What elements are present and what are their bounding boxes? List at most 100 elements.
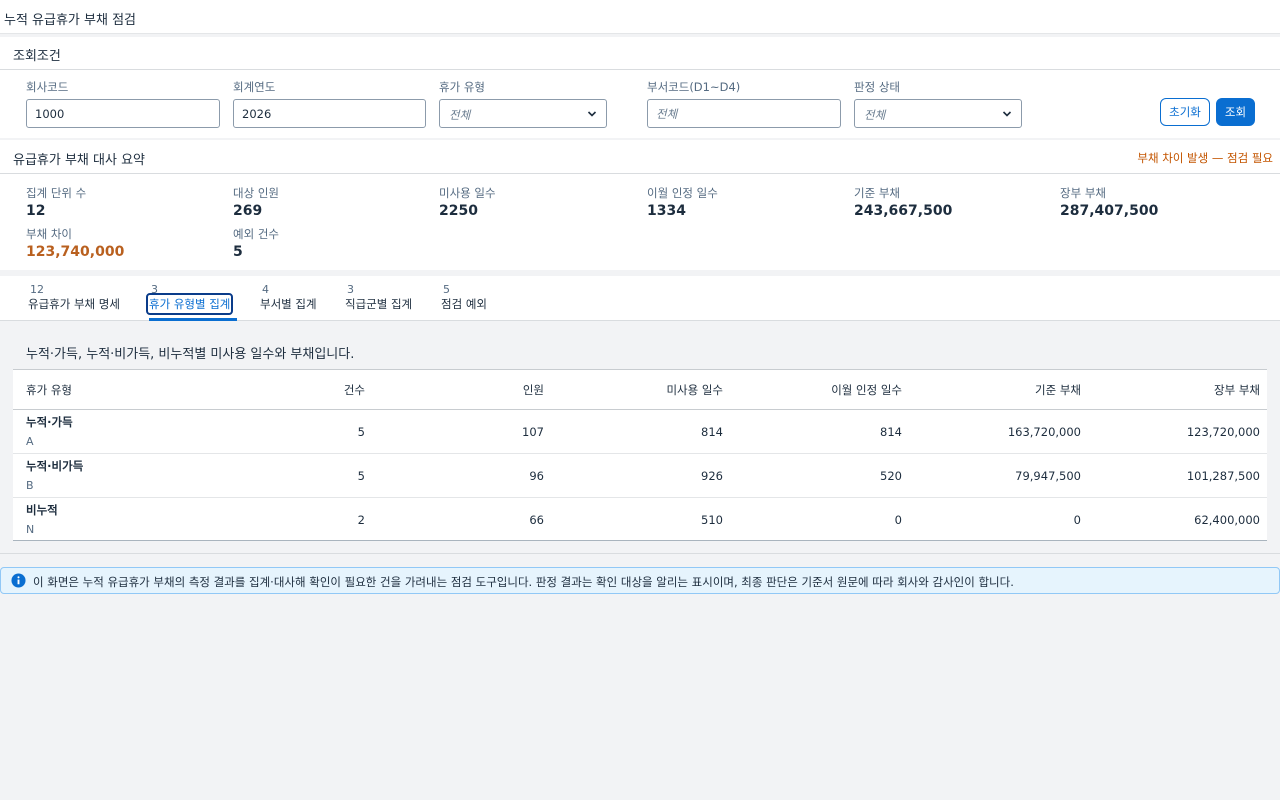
judgment-status-select[interactable]: 전체 <box>854 99 1022 128</box>
column-header: 휴가 유형 <box>26 383 72 397</box>
divider <box>0 553 1280 554</box>
column-header: 장부 부채 <box>1214 383 1260 397</box>
judgment-status-selected: 전체 <box>864 108 886 122</box>
tab-label: 휴가 유형별 집계 <box>145 293 234 315</box>
cell-people: 96 <box>529 469 544 483</box>
chevron-down-icon <box>1002 111 1012 117</box>
column-header: 이월 인정 일수 <box>831 383 902 397</box>
tab-bar: 12 유급휴가 부채 명세 3 휴가 유형별 집계 4 부서별 집계 3 직급군… <box>0 276 1280 321</box>
company-code-input[interactable] <box>26 99 220 128</box>
status-warning: 부채 차이 발생 — 점검 필요 <box>1137 151 1273 165</box>
kpi-label: 이월 인정 일수 <box>647 186 718 200</box>
info-message-strip: 이 화면은 누적 유급휴가 부채의 측정 결과를 집계·대사해 확인이 필요한 … <box>0 567 1280 594</box>
summary-panel: 유급휴가 부채 대사 요약 부채 차이 발생 — 점검 필요 집계 단위 수 1… <box>0 140 1280 270</box>
divider <box>0 173 1280 174</box>
tab-count: 4 <box>262 283 269 296</box>
page-title: 누적 유급휴가 부채 점검 <box>4 13 136 28</box>
page-header: 누적 유급휴가 부채 점검 <box>0 0 1280 34</box>
tab-count: 3 <box>151 283 158 296</box>
leave-type-code: A <box>26 435 34 448</box>
tab-department-summary[interactable]: 4 부서별 집계 <box>260 276 322 321</box>
tab-count: 12 <box>30 283 44 296</box>
dept-code-label: 부서코드(D1~D4) <box>647 80 741 94</box>
column-header: 인원 <box>522 383 544 397</box>
table-row[interactable]: 비누적 N 2 66 510 0 0 62,400,000 <box>13 498 1267 542</box>
cell-carryover-days: 0 <box>894 513 902 527</box>
cell-carryover-days: 814 <box>880 425 902 439</box>
judgment-status-label: 판정 상태 <box>854 80 900 94</box>
tab-liability-details[interactable]: 12 유급휴가 부채 명세 <box>28 276 128 321</box>
tab-count: 3 <box>347 283 354 296</box>
chevron-down-icon <box>587 111 597 117</box>
info-message-text: 이 화면은 누적 유급휴가 부채의 측정 결과를 집계·대사해 확인이 필요한 … <box>33 575 1014 589</box>
cell-unused-days: 926 <box>701 469 723 483</box>
tab-label: 직급군별 집계 <box>345 297 413 311</box>
company-code-label: 회사코드 <box>26 80 69 94</box>
active-tab-indicator <box>149 318 237 321</box>
cell-people: 107 <box>522 425 544 439</box>
kpi-label: 부채 차이 <box>26 227 72 241</box>
cell-base-liability: 79,947,500 <box>1015 469 1081 483</box>
tab-label: 점검 예외 <box>441 297 487 311</box>
kpi-value: 5 <box>233 244 243 260</box>
leave-type-name: 누적·가득 <box>26 415 73 429</box>
cell-people: 66 <box>529 513 544 527</box>
tab-exceptions[interactable]: 5 점검 예외 <box>441 276 493 321</box>
kpi-value-difference: 123,740,000 <box>26 244 125 260</box>
kpi-label: 예외 건수 <box>233 227 279 241</box>
dept-code-input[interactable] <box>647 99 841 128</box>
table-description: 누적·가득, 누적·비가득, 비누적별 미사용 일수와 부채입니다. <box>26 347 355 362</box>
cell-base-liability: 0 <box>1073 513 1081 527</box>
cell-book-liability: 101,287,500 <box>1186 469 1260 483</box>
cell-count: 5 <box>357 425 365 439</box>
cell-book-liability: 123,720,000 <box>1186 425 1260 439</box>
kpi-label: 집계 단위 수 <box>26 186 87 200</box>
table-row[interactable]: 누적·비가득 B 5 96 926 520 79,947,500 101,287… <box>13 454 1267 498</box>
kpi-label: 기준 부채 <box>854 186 900 200</box>
divider <box>0 69 1280 70</box>
leave-type-table: 휴가 유형 건수 인원 미사용 일수 이월 인정 일수 기준 부채 장부 부채 … <box>13 369 1267 541</box>
search-button[interactable]: 조회 <box>1216 98 1255 126</box>
leave-type-code: N <box>26 523 35 536</box>
leave-type-label: 휴가 유형 <box>439 80 485 94</box>
cell-count: 2 <box>357 513 365 527</box>
cell-base-liability: 163,720,000 <box>1007 425 1081 439</box>
column-header: 기준 부채 <box>1035 383 1081 397</box>
tab-rank-group-summary[interactable]: 3 직급군별 집계 <box>345 276 419 321</box>
cell-count: 5 <box>357 469 365 483</box>
tab-label: 유급휴가 부채 명세 <box>28 297 120 311</box>
summary-title: 유급휴가 부채 대사 요약 <box>13 153 145 168</box>
cell-unused-days: 510 <box>701 513 723 527</box>
kpi-value: 287,407,500 <box>1060 203 1159 219</box>
kpi-value: 269 <box>233 203 263 219</box>
kpi-value: 12 <box>26 203 46 219</box>
leave-type-name: 비누적 <box>26 503 58 517</box>
kpi-label: 대상 인원 <box>233 186 279 200</box>
reset-button[interactable]: 초기화 <box>1160 98 1210 126</box>
cell-carryover-days: 520 <box>880 469 902 483</box>
table-row[interactable]: 누적·가득 A 5 107 814 814 163,720,000 123,72… <box>13 410 1267 454</box>
leave-type-select[interactable]: 전체 <box>439 99 607 128</box>
tab-content: 누적·가득, 누적·비가득, 비누적별 미사용 일수와 부채입니다. 휴가 유형… <box>0 322 1280 554</box>
cell-unused-days: 814 <box>701 425 723 439</box>
kpi-value: 243,667,500 <box>854 203 953 219</box>
column-header: 미사용 일수 <box>666 383 723 397</box>
table-header: 휴가 유형 건수 인원 미사용 일수 이월 인정 일수 기준 부채 장부 부채 <box>13 370 1267 410</box>
kpi-label: 장부 부채 <box>1060 186 1106 200</box>
kpi-label: 미사용 일수 <box>439 186 496 200</box>
fiscal-year-input[interactable] <box>233 99 426 128</box>
leave-type-selected: 전체 <box>449 108 471 122</box>
tab-leave-type-summary[interactable]: 3 휴가 유형별 집계 <box>145 276 237 321</box>
kpi-value: 1334 <box>647 203 686 219</box>
filter-panel-title: 조회조건 <box>13 49 61 64</box>
info-icon <box>11 573 26 588</box>
tab-count: 5 <box>443 283 450 296</box>
leave-type-name: 누적·비가득 <box>26 459 84 473</box>
kpi-value: 2250 <box>439 203 478 219</box>
tab-label: 부서별 집계 <box>260 297 317 311</box>
fiscal-year-label: 회계연도 <box>233 80 276 94</box>
filter-panel: 조회조건 회사코드 회계연도 휴가 유형 전체 부서코드(D1~D4) 판정 상… <box>0 37 1280 138</box>
cell-book-liability: 62,400,000 <box>1194 513 1260 527</box>
leave-type-code: B <box>26 479 34 492</box>
column-header: 건수 <box>343 383 365 397</box>
